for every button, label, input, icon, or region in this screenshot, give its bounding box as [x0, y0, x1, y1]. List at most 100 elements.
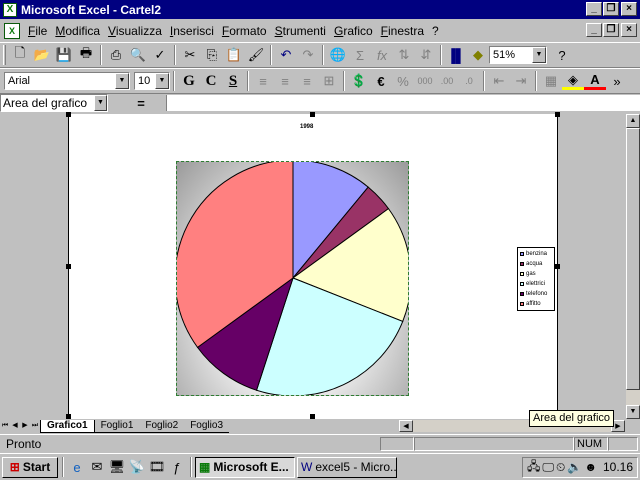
hyperlink-icon[interactable]: 🌐	[327, 44, 349, 66]
first-sheet-button[interactable]: ⏮	[0, 420, 10, 432]
resize-handle[interactable]	[555, 112, 560, 117]
legend-entry[interactable]: gas	[520, 269, 552, 279]
menu-file[interactable]: File	[24, 24, 51, 38]
size-dropdown-arrow[interactable]: ▼	[155, 73, 169, 89]
bold-button[interactable]: G	[178, 70, 200, 92]
task-excel-button[interactable]: ▦ Microsoft E...	[195, 456, 295, 478]
name-box[interactable]: Area del grafico ▼	[0, 94, 108, 112]
tray-icon-network[interactable]: 🖧	[527, 457, 540, 478]
align-left-icon[interactable]: ≡	[252, 70, 274, 92]
increase-decimal-icon[interactable]: .00	[436, 70, 458, 92]
format-painter-icon[interactable]: 🖌	[245, 44, 267, 66]
equals-sign[interactable]: =	[126, 96, 156, 111]
last-sheet-button[interactable]: ⏭	[30, 420, 40, 432]
tray-icon-monitor[interactable]: 🖵	[542, 460, 554, 475]
tab-foglio3[interactable]: Foglio3	[184, 420, 230, 433]
thousands-icon[interactable]: 000	[414, 70, 436, 92]
euro-icon[interactable]: €	[370, 70, 392, 92]
tab-foglio2[interactable]: Foglio2	[139, 420, 185, 433]
vertical-scrollbar[interactable]: ▲ ▼	[626, 114, 640, 419]
formula-input[interactable]	[166, 95, 640, 111]
scroll-left-arrow[interactable]: ◀	[399, 420, 413, 432]
percent-icon[interactable]: %	[392, 70, 414, 92]
underline-button[interactable]: S	[222, 70, 244, 92]
internet-explorer-icon[interactable]: e	[67, 457, 87, 477]
workbook-icon[interactable]: X	[4, 22, 20, 39]
legend-entry[interactable]: telefono	[520, 289, 552, 299]
align-center-icon[interactable]: ≡	[274, 70, 296, 92]
prev-sheet-button[interactable]: ◀	[10, 420, 20, 432]
plot-area[interactable]	[176, 161, 409, 396]
desktop-icon[interactable]: 🖥	[107, 457, 127, 477]
menu-inserisci[interactable]: Inserisci	[166, 24, 218, 38]
menu-strumenti[interactable]: Strumenti	[271, 24, 330, 38]
shortcut-icon[interactable]: ƒ	[167, 457, 187, 477]
doc-restore-button[interactable]: ❐	[603, 23, 619, 37]
drawing-icon[interactable]: ◆	[467, 44, 489, 66]
menu-formato[interactable]: Formato	[218, 24, 271, 38]
zoom-select[interactable]: 51% ▼	[489, 46, 547, 64]
menu-visualizza[interactable]: Visualizza	[104, 24, 166, 38]
decrease-indent-icon[interactable]: ⇤	[488, 70, 510, 92]
align-right-icon[interactable]: ≡	[296, 70, 318, 92]
more-buttons-icon[interactable]: »	[606, 70, 628, 92]
merge-center-icon[interactable]: ⊞	[318, 70, 340, 92]
cut-icon[interactable]: ✂	[179, 44, 201, 66]
legend-entry[interactable]: benzina	[520, 249, 552, 259]
spelling-icon[interactable]: ✓	[149, 44, 171, 66]
font-size-select[interactable]: 10 ▼	[134, 72, 170, 90]
chart-wizard-icon[interactable]: ▐▌	[445, 44, 467, 66]
excel-app-icon[interactable]: X	[3, 2, 17, 17]
currency-format-icon[interactable]: 💲	[348, 70, 370, 92]
tab-grafico1[interactable]: Grafico1	[40, 419, 95, 433]
font-dropdown-arrow[interactable]: ▼	[115, 73, 129, 89]
fill-color-icon[interactable]: ◈	[562, 72, 584, 90]
help-icon[interactable]: ?	[551, 44, 573, 66]
legend-entry[interactable]: acqua	[520, 259, 552, 269]
print-icon[interactable]: ⎙	[105, 44, 127, 66]
function-icon[interactable]: fx	[371, 44, 393, 66]
resize-handle[interactable]	[310, 112, 315, 117]
chart-legend[interactable]: benzina acqua gas elettrici telefono affitto	[517, 247, 555, 311]
paste-icon[interactable]: 📋	[223, 44, 245, 66]
scroll-down-arrow[interactable]: ▼	[626, 405, 640, 419]
sort-ascending-icon[interactable]: ⇅	[393, 44, 415, 66]
resize-handle[interactable]	[66, 264, 71, 269]
start-button[interactable]: ⊞ Start	[2, 456, 58, 478]
scroll-up-arrow[interactable]: ▲	[626, 114, 640, 128]
legend-entry[interactable]: affitto	[520, 299, 552, 309]
tray-icon-agent[interactable]: ☻	[584, 460, 597, 474]
doc-minimize-button[interactable]: _	[586, 23, 602, 37]
menu-finestra[interactable]: Finestra	[377, 24, 428, 38]
chart-title[interactable]: 1998	[300, 124, 313, 130]
sort-descending-icon[interactable]: ⇵	[415, 44, 437, 66]
new-icon[interactable]: 🗋	[9, 44, 31, 66]
print-preview-icon[interactable]: 🖶	[75, 44, 97, 66]
menu-grafico[interactable]: Grafico	[330, 24, 377, 38]
volume-icon[interactable]: 🔈	[567, 460, 582, 474]
minimize-button[interactable]: _	[586, 2, 602, 16]
toolbar-grip[interactable]	[3, 45, 6, 65]
copy-icon[interactable]: ⎘	[201, 44, 223, 66]
decrease-decimal-icon[interactable]: .0	[458, 70, 480, 92]
borders-icon[interactable]: ▦	[540, 70, 562, 92]
zoom-dropdown-arrow[interactable]: ▼	[532, 47, 546, 63]
name-box-dropdown-arrow[interactable]: ▼	[94, 95, 107, 111]
legend-entry[interactable]: elettrici	[520, 279, 552, 289]
increase-indent-icon[interactable]: ⇥	[510, 70, 532, 92]
menu-help[interactable]: ?	[428, 24, 443, 38]
italic-button[interactable]: C	[200, 70, 222, 92]
preview-icon[interactable]: 🔍	[127, 44, 149, 66]
open-icon[interactable]: 📂	[31, 44, 53, 66]
outlook-icon[interactable]: ✉	[87, 457, 107, 477]
close-button[interactable]: ×	[621, 2, 637, 16]
font-color-icon[interactable]: A	[584, 72, 606, 90]
resize-handle[interactable]	[66, 112, 71, 117]
clock[interactable]: 10.16	[603, 460, 633, 474]
channels-icon[interactable]: 📡	[127, 457, 147, 477]
tray-icon-scheduler[interactable]: ⏲	[556, 460, 565, 475]
resize-handle[interactable]	[555, 264, 560, 269]
autosum-icon[interactable]: Σ	[349, 44, 371, 66]
menu-modifica[interactable]: Modifica	[51, 24, 104, 38]
font-select[interactable]: Arial ▼	[4, 72, 130, 90]
